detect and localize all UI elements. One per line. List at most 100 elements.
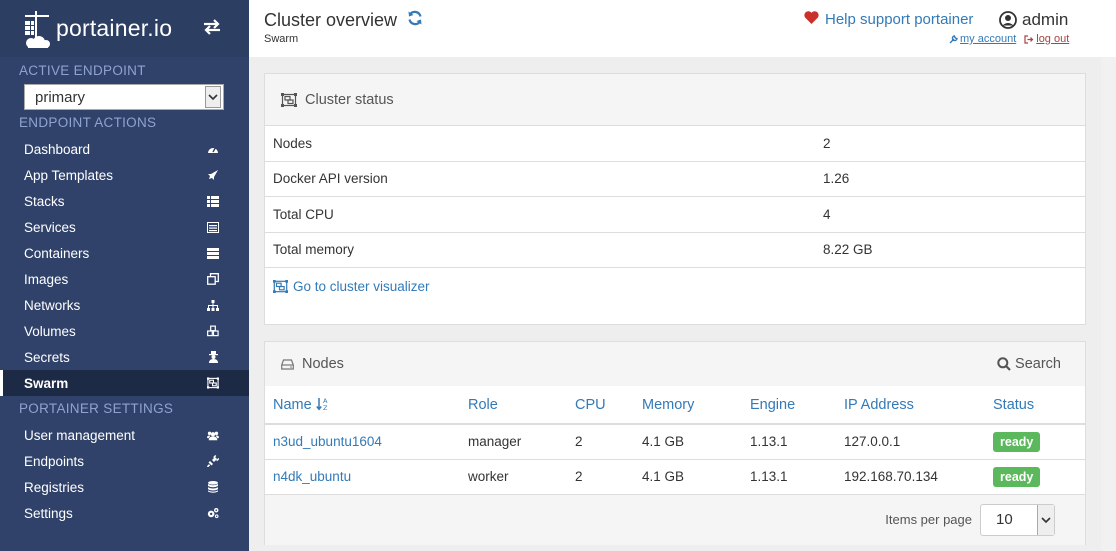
- sidebar-item-registries[interactable]: Registries: [0, 474, 249, 500]
- scrollbar[interactable]: [1101, 57, 1116, 551]
- sidebar-item-settings[interactable]: Settings: [0, 500, 249, 526]
- table-header-row: Name AZ Role CPU Memory Engine IP Addres…: [265, 386, 1085, 425]
- status-badge: ready: [993, 466, 1041, 487]
- cluster-status-header: Cluster status: [265, 74, 1085, 126]
- database-icon: [207, 481, 219, 493]
- wrench-icon: [949, 34, 958, 43]
- items-per-page-select[interactable]: 10: [980, 503, 1055, 536]
- nodes-panel: Nodes Search Name AZ Role CPU Memory Eng…: [264, 341, 1086, 545]
- search-input[interactable]: Search: [1015, 356, 1061, 372]
- sidebar-item-dashboard[interactable]: Dashboard: [0, 136, 249, 162]
- sidebar-item-label: App Templates: [24, 167, 114, 183]
- node-engine: 1.13.1: [742, 459, 836, 495]
- sitemap-icon: [207, 299, 219, 311]
- brand-name: portainer.io: [56, 15, 173, 41]
- column-label: Name: [273, 396, 312, 413]
- search-box[interactable]: Search: [997, 356, 1061, 372]
- node-status-cell: ready: [985, 459, 1085, 495]
- log-out-label: log out: [1036, 33, 1070, 45]
- column-header-ip-address[interactable]: IP Address: [836, 386, 985, 425]
- table-row: n3ud_ubuntu1604 manager 2 4.1 GB 1.13.1 …: [265, 424, 1085, 460]
- status-key: Nodes: [273, 135, 313, 151]
- sidebar-item-endpoints[interactable]: Endpoints: [0, 448, 249, 474]
- sidebar-item-app-templates[interactable]: App Templates: [0, 162, 249, 188]
- cluster-visualizer-link[interactable]: Go to cluster visualizer: [265, 268, 1085, 304]
- search-icon: [997, 357, 1011, 371]
- node-name-link[interactable]: n4dk_ubuntu: [273, 469, 351, 484]
- chevron-down-icon[interactable]: [205, 86, 221, 108]
- column-header-name[interactable]: Name AZ: [265, 386, 460, 425]
- user-circle-icon: [999, 11, 1017, 29]
- column-header-cpu[interactable]: CPU: [567, 386, 634, 425]
- sidebar: portainer.io ACTIVE ENDPOINT primary END…: [0, 0, 249, 551]
- svg-text:Z: Z: [323, 404, 328, 411]
- node-name-link[interactable]: n3ud_ubuntu1604: [273, 434, 382, 449]
- sidebar-item-networks[interactable]: Networks: [0, 292, 249, 318]
- column-header-status[interactable]: Status: [985, 386, 1085, 425]
- sidebar-item-user-management[interactable]: User management: [0, 422, 249, 448]
- object-group-icon: [281, 92, 297, 107]
- log-out-link[interactable]: log out: [1024, 33, 1069, 45]
- list-alt-icon: [207, 221, 219, 233]
- status-key: Total CPU: [273, 206, 334, 222]
- plug-icon: [207, 455, 219, 467]
- status-key: Total memory: [273, 242, 355, 258]
- username: admin: [1022, 10, 1069, 29]
- server-icon: [207, 247, 219, 259]
- account-links: my account log out: [949, 33, 1069, 45]
- sidebar-item-label: Stacks: [24, 193, 65, 209]
- help-support-link[interactable]: Help support portainer: [804, 11, 973, 28]
- column-header-memory[interactable]: Memory: [634, 386, 742, 425]
- nodes-title: Nodes: [302, 356, 344, 372]
- node-ip: 192.168.70.134: [836, 459, 985, 495]
- column-header-engine[interactable]: Engine: [742, 386, 836, 425]
- exchange-icon[interactable]: [202, 18, 222, 39]
- status-row: Nodes 2: [265, 126, 1085, 162]
- status-row: Docker API version 1.26: [265, 162, 1085, 197]
- pagination-footer: Items per page 10: [265, 494, 1085, 545]
- status-value: 2: [823, 135, 831, 151]
- cluster-status-panel: Cluster status Nodes 2 Docker API versio…: [264, 73, 1086, 325]
- my-account-link[interactable]: my account: [949, 33, 1016, 45]
- breadcrumb: Swarm: [264, 33, 299, 45]
- status-row: Total memory 8.22 GB: [265, 233, 1085, 268]
- sidebar-item-services[interactable]: Services: [0, 214, 249, 240]
- sidebar-item-containers[interactable]: Containers: [0, 240, 249, 266]
- help-support-label: Help support portainer: [825, 11, 974, 28]
- cluster-visualizer-label: Go to cluster visualizer: [293, 278, 430, 294]
- active-endpoint-heading: ACTIVE ENDPOINT: [19, 63, 146, 78]
- status-key: Docker API version: [273, 171, 388, 187]
- portainer-logo[interactable]: portainer.io: [22, 9, 172, 49]
- page-title-group: Cluster overview: [264, 10, 423, 31]
- nodes-title-group: Nodes: [281, 356, 344, 372]
- sidebar-item-label: Images: [24, 271, 69, 287]
- sidebar-item-label: Secrets: [24, 349, 70, 365]
- main-content: Cluster status Nodes 2 Docker API versio…: [249, 57, 1101, 551]
- sidebar-item-swarm[interactable]: Swarm: [0, 370, 249, 396]
- sidebar-item-label: Swarm: [24, 375, 69, 391]
- sidebar-item-volumes[interactable]: Volumes: [0, 318, 249, 344]
- object-group-icon: [207, 377, 219, 389]
- items-per-page-value: 10: [996, 511, 1013, 528]
- status-badge: ready: [993, 431, 1041, 452]
- status-value: 4: [823, 206, 831, 222]
- node-name-cell: n4dk_ubuntu: [265, 459, 460, 495]
- sidebar-item-images[interactable]: Images: [0, 266, 249, 292]
- sidebar-item-label: Volumes: [24, 323, 76, 339]
- sort-alpha-asc-icon: AZ: [315, 397, 328, 412]
- sidebar-item-stacks[interactable]: Stacks: [0, 188, 249, 214]
- chevron-down-icon[interactable]: [1037, 504, 1054, 535]
- refresh-icon[interactable]: [407, 10, 423, 31]
- sidebar-item-secrets[interactable]: Secrets: [0, 344, 249, 370]
- status-value: 8.22 GB: [823, 242, 873, 258]
- sidebar-item-label: Endpoints: [24, 453, 85, 469]
- endpoint-select-value: primary: [35, 88, 86, 106]
- sidebar-item-label: Settings: [24, 505, 73, 521]
- column-header-role[interactable]: Role: [460, 386, 567, 425]
- hdd-icon: [281, 358, 294, 370]
- endpoint-actions-heading: ENDPOINT ACTIONS: [19, 115, 157, 130]
- page-title: Cluster overview: [264, 10, 398, 30]
- endpoint-select[interactable]: primary: [24, 84, 224, 110]
- status-row: Total CPU 4: [265, 197, 1085, 233]
- nodes-header: Nodes Search: [265, 342, 1085, 386]
